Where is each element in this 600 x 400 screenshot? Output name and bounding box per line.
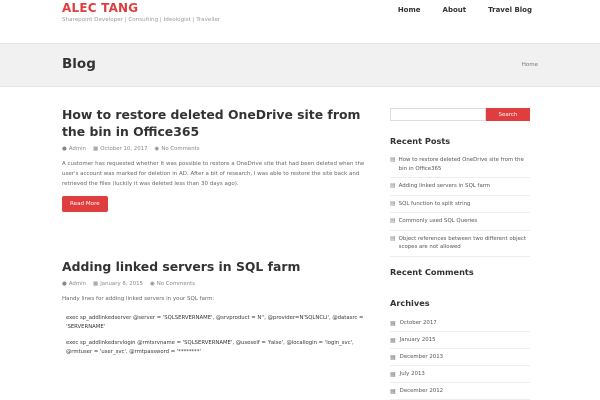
archive-item[interactable]: ▦ October 2017 — [390, 315, 530, 332]
recent-post-item[interactable]: ▤ Commonly used SQL Queries — [390, 213, 530, 231]
archive-item[interactable]: ▦ January 2015 — [390, 332, 530, 349]
recent-post-item[interactable]: ▤ SQL function to split string — [390, 196, 530, 213]
recent-post-label: Commonly used SQL Queries — [398, 218, 478, 224]
sidebar: Search Recent Posts ▤ How to restore dele… — [390, 108, 530, 400]
post-author-label: Admin — [68, 146, 86, 152]
post-comments[interactable]: ◉ No Comments — [150, 281, 195, 287]
recent-post-label: Object references between two different … — [398, 235, 526, 251]
recent-comments-title: Recent Comments — [390, 267, 474, 277]
archive-label: January 2015 — [399, 336, 436, 343]
search-input[interactable] — [390, 108, 486, 121]
archive-item[interactable]: ▦ July 2013 — [390, 366, 530, 383]
document-icon: ▤ — [390, 199, 396, 207]
nav-about[interactable]: About — [443, 6, 467, 14]
post-excerpt: A customer has requested whether it was … — [62, 161, 365, 187]
post-title[interactable]: Adding linked servers in SQL farm — [62, 258, 372, 275]
archives-list: ▦ October 2017 ▦ January 2015 ▦ December 20… — [390, 315, 530, 400]
post-date-label: October 10, 2017 — [100, 146, 148, 152]
calendar-icon: ▦ — [390, 387, 396, 395]
code-line: 'SERVERNAME' — [66, 324, 106, 330]
main-nav: Home About Travel Blog — [398, 6, 532, 14]
calendar-icon: ▦ — [390, 370, 396, 378]
post-date[interactable]: ▦ January 8, 2015 — [93, 281, 143, 287]
calendar-icon: ▦ — [390, 353, 396, 361]
post-comments[interactable]: ◉ No Comments — [155, 146, 200, 152]
comment-icon: ◉ — [154, 146, 160, 152]
user-icon: ● — [62, 281, 67, 287]
site-header: ALEC TANG Sharepoint Developer | Consult… — [0, 0, 600, 43]
code-line: exec sp_addlinkedserver @server = 'SQLSE… — [66, 315, 364, 321]
archive-label: July 2013 — [399, 370, 425, 377]
breadcrumb[interactable]: Home — [522, 62, 538, 68]
recent-post-label: SQL function to split string — [398, 200, 471, 207]
document-icon: ▤ — [390, 156, 396, 163]
calendar-icon: ▦ — [93, 146, 99, 152]
search-button[interactable]: Search — [486, 108, 530, 121]
nav-travel-blog[interactable]: Travel Blog — [488, 6, 532, 14]
post-title[interactable]: How to restore deleted OneDrive site fro… — [62, 106, 372, 140]
post-comments-label: No Comments — [156, 281, 196, 287]
post-meta: ● Admin ▦ January 8, 2015 ◉ No Comments — [62, 281, 372, 287]
user-icon: ● — [62, 146, 67, 152]
post-date-label: January 8, 2015 — [100, 281, 143, 287]
code-block: exec sp_addlinkedserver @server = 'SQLSE… — [62, 314, 372, 357]
document-icon: ▤ — [390, 234, 396, 242]
post-intro: Handy lines for adding linked servers in… — [62, 296, 215, 302]
brand-tagline: Sharepoint Developer | Consulting | Ideo… — [62, 17, 221, 23]
blog-post: How to restore deleted OneDrive site fro… — [62, 106, 372, 212]
read-more-button[interactable]: Read More — [62, 196, 108, 212]
post-date[interactable]: ▦ October 10, 2017 — [93, 146, 148, 152]
archives-title: Archives — [390, 298, 430, 308]
recent-post-item[interactable]: ▤ Object references between two different… — [390, 231, 530, 257]
recent-post-label: Adding linked servers in SQL farm — [398, 183, 491, 189]
nav-home[interactable]: Home — [398, 6, 421, 14]
post-comments-label: No Comments — [161, 146, 200, 152]
page-title: Blog — [62, 56, 96, 72]
blog-post: Adding linked servers in SQL farm ● Admin… — [62, 258, 372, 357]
recent-post-item[interactable]: ▤ How to restore deleted OneDrive site fr… — [390, 152, 530, 178]
post-meta: ● Admin ▦ October 10, 2017 ◉ No Comments — [62, 146, 372, 152]
post-author[interactable]: ● Admin — [62, 146, 86, 152]
calendar-icon: ▦ — [390, 319, 396, 327]
brand-title[interactable]: ALEC TANG — [62, 1, 220, 15]
post-author-label: Admin — [68, 281, 86, 287]
archive-label: December 2013 — [399, 353, 444, 360]
page-title-band: Blog Home — [0, 43, 600, 87]
code-line: exec sp_addlinkedsrvlogin @rmtsrvname = … — [66, 340, 354, 346]
code-line: @rmtuser = 'user_svc', @rmtpassword = '*… — [66, 349, 201, 355]
document-icon: ▤ — [390, 217, 396, 224]
recent-posts-title: Recent Posts — [390, 136, 451, 146]
archive-item[interactable]: ▦ December 2013 — [390, 349, 530, 366]
document-icon: ▤ — [390, 182, 396, 189]
comment-icon: ◉ — [149, 281, 155, 287]
calendar-icon: ▦ — [93, 281, 99, 287]
brand[interactable]: ALEC TANG Sharepoint Developer | Consult… — [62, 1, 220, 23]
post-author[interactable]: ● Admin — [62, 281, 86, 287]
archive-item[interactable]: ▦ December 2012 — [390, 383, 530, 400]
calendar-icon: ▦ — [390, 336, 396, 344]
archive-label: December 2012 — [399, 387, 444, 394]
archive-label: October 2017 — [399, 319, 437, 326]
recent-posts-list: ▤ How to restore deleted OneDrive site fr… — [390, 152, 530, 257]
recent-post-label: How to restore deleted OneDrive site fro… — [398, 157, 524, 172]
search-form: Search — [390, 108, 530, 121]
recent-post-item[interactable]: ▤ Adding linked servers in SQL farm — [390, 178, 530, 196]
